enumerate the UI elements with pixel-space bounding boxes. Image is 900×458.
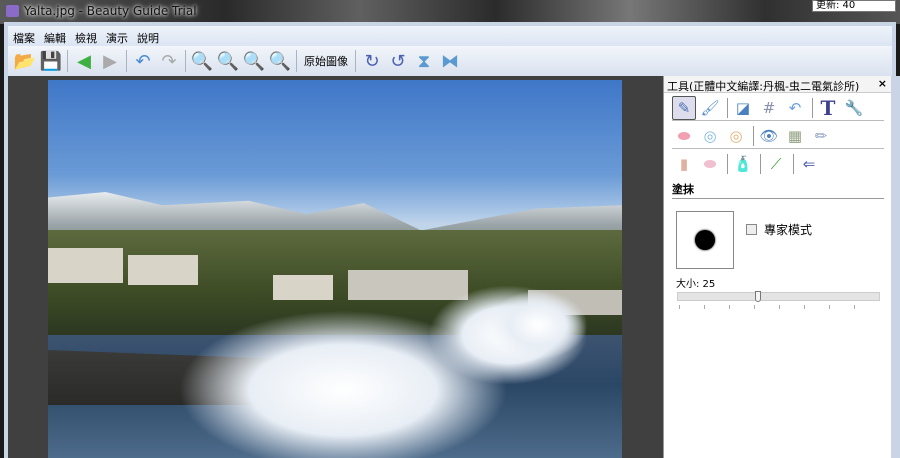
tools-panel: 工具(正體中文編譯:丹楓-虫二電氣診所) × ✎ 🖌 ◪ # ↶ T 🔧 ⬬ ◎…	[663, 76, 891, 458]
rotate-right-icon[interactable]: ↻	[360, 49, 384, 73]
brush-preview	[676, 211, 734, 269]
smudge-brush-icon[interactable]: ✎	[672, 95, 696, 120]
section-title: 塗抹	[672, 181, 884, 199]
close-icon[interactable]: ×	[878, 77, 887, 90]
photo-canvas[interactable]	[48, 80, 622, 458]
menu-bar: 檔案 編輯 檢視 演示 說明	[8, 26, 892, 46]
size-label: 大小: 25	[676, 279, 716, 290]
eye-icon[interactable]: 👁	[757, 124, 781, 148]
lotion-bottle-icon[interactable]: 🧴	[731, 152, 755, 176]
original-image-button[interactable]: 原始圖像	[300, 53, 352, 69]
lips-icon[interactable]: ⬬	[672, 124, 696, 148]
menu-edit[interactable]: 編輯	[39, 26, 70, 46]
flip-horizontal-icon[interactable]: ⧓	[438, 49, 462, 73]
slider-thumb[interactable]	[754, 291, 761, 302]
menu-view[interactable]: 檢視	[70, 26, 101, 46]
app-icon	[6, 5, 19, 17]
eyebrow-pencil-icon[interactable]: ✏	[809, 124, 833, 148]
blush-icon[interactable]: ⬬	[698, 152, 722, 176]
back-icon[interactable]: ⇐	[797, 152, 821, 176]
forward-arrow-icon[interactable]: ▶	[98, 49, 122, 73]
expert-mode-checkbox[interactable]: 專家模式	[746, 221, 812, 238]
zoom-actual-icon[interactable]: 🔍	[268, 49, 292, 73]
menu-help[interactable]: 說明	[132, 26, 163, 46]
text-icon[interactable]: T	[816, 96, 840, 120]
open-icon[interactable]: 📂	[13, 49, 37, 73]
zoom-out-icon[interactable]: 🔍	[216, 49, 240, 73]
back-arrow-icon[interactable]: ◀	[72, 49, 96, 73]
zoom-fit-icon[interactable]: 🔍	[242, 49, 266, 73]
blush-compact-icon[interactable]: ◎	[724, 124, 748, 148]
title-bar: Yalta.jpg - Beauty Guide Trial 更新: 40	[0, 0, 900, 24]
wrench-icon[interactable]: 🔧	[842, 96, 866, 120]
compact-powder-icon[interactable]: ◎	[698, 124, 722, 148]
crop-grid-icon[interactable]: #	[757, 96, 781, 120]
size-slider[interactable]	[677, 291, 880, 302]
toolbar: 📂 💾 ◀ ▶ ↶ ↷ 🔍 🔍 🔍 🔍 原始圖像 ↻ ↺ ⧗ ⧓	[8, 46, 892, 76]
menu-file[interactable]: 檔案	[8, 26, 39, 46]
window-title: Yalta.jpg - Beauty Guide Trial	[24, 4, 197, 18]
slider-ticks	[679, 305, 879, 309]
undo-icon[interactable]: ↶	[131, 49, 155, 73]
panel-title: 工具(正體中文編譯:丹楓-虫二電氣診所)	[667, 80, 860, 93]
expert-mode-label: 專家模式	[764, 223, 813, 237]
toothbrush-icon[interactable]: ⟋	[764, 152, 788, 176]
save-icon[interactable]: 💾	[39, 49, 63, 73]
undo-arrow-icon[interactable]: ↶	[783, 96, 807, 120]
concealer-icon[interactable]: ▮	[672, 152, 696, 176]
eyeshadow-palette-icon[interactable]: ▦	[783, 124, 807, 148]
resize-icon[interactable]: ◪	[731, 96, 755, 120]
panel-header: 工具(正體中文編譯:丹楓-虫二電氣診所) ×	[664, 76, 891, 93]
menu-demo[interactable]: 演示	[101, 26, 132, 46]
redo-icon[interactable]: ↷	[157, 49, 181, 73]
zoom-in-icon[interactable]: 🔍	[190, 49, 214, 73]
paint-brush-icon[interactable]: 🖌	[698, 96, 722, 120]
flip-vertical-icon[interactable]: ⧗	[412, 49, 436, 73]
update-counter: 更新: 40	[812, 0, 896, 12]
rotate-left-icon[interactable]: ↺	[386, 49, 410, 73]
